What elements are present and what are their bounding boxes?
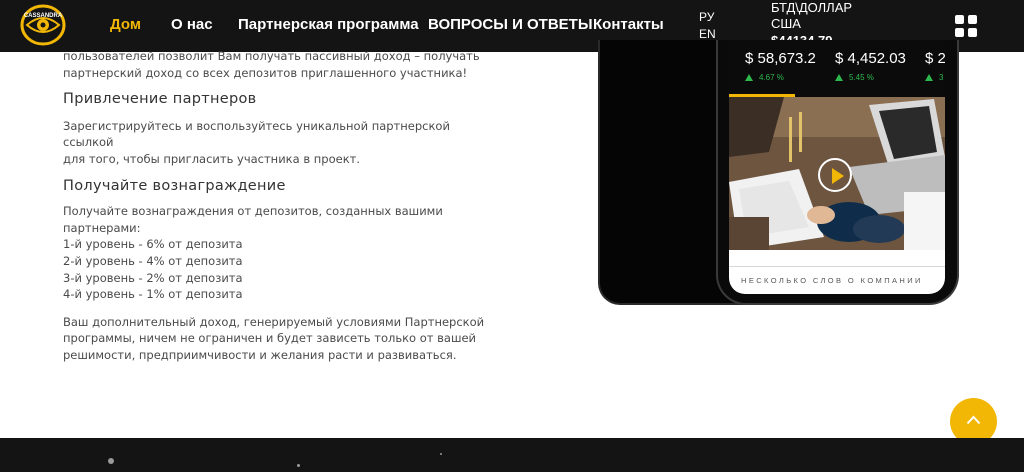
business-meeting-photo[interactable] [729,97,945,250]
cassandra-logo[interactable]: CASSANDRA [18,2,68,48]
chevron-up-icon [966,415,981,425]
up-arrow-icon [835,74,843,81]
lang-ru[interactable]: РУ [699,9,716,26]
ticker-price: $ 4,452.03 [835,50,906,67]
intro-line-2: партнерский доход со всех депозитов приг… [63,65,468,80]
ticker-change: 5.45 % [849,73,874,82]
decorative-dot [440,453,442,455]
divider [729,266,945,267]
rate-label-line2: США [771,16,801,31]
ticker-item: $ 4,452.03 5.45 % [835,50,906,82]
level-item: 2-й уровень - 4% от депозита [63,253,243,268]
phone-caption: НЕСКОЛЬКО СЛОВ О КОМПАНИИ [741,276,923,285]
partner-program-content: пользователей позволит Вам получать пасс… [63,48,503,364]
nav-faq[interactable]: ВОПРОСЫ И ОТВЕТЫ [428,16,593,33]
up-arrow-icon [925,74,933,81]
intro-line-1: пользователей позволит Вам получать пасс… [63,49,480,63]
nav-home[interactable]: Дом [110,16,141,33]
phone-bottom-strip: НЕСКОЛЬКО СЛОВ О КОМПАНИИ [729,250,945,294]
decorative-dot [297,464,300,467]
price-ticker: $ 58,673.2 4.67 % $ 4,452.03 5.45 % $ 2 … [729,40,945,95]
para2-line-2: программы, ничем не ограничен и будет за… [63,331,477,346]
rate-label-line1: БТД\ДОЛЛАР [771,0,853,15]
level-item: 3-й уровень - 2% от депозита [63,270,243,285]
site-footer [0,438,1024,472]
ticker-price: $ 58,673.2 [745,50,816,67]
ticker-price: $ 2 [925,50,945,67]
nav-about[interactable]: О нас [171,16,213,33]
para1-line-2: для того, чтобы пригласить участника в п… [63,151,360,166]
rewards-intro: Получайте вознаграждения от депозитов, с… [63,204,443,235]
level-item: 4-й уровень - 1% от депозита [63,287,243,302]
para2-line-3: решимости, предприимчивости и желания ра… [63,347,457,362]
heading-get-rewards: Получайте вознаграждение [63,177,286,194]
ticker-item: $ 58,673.2 4.67 % [745,50,816,82]
heading-attract-partners: Привлечение партнеров [63,91,257,108]
logo-text: CASSANDRA [24,13,63,19]
para1-line-1: Зарегистрируйтесь и воспользуйтесь уника… [63,118,450,150]
language-switcher: РУ EN [699,9,716,43]
nav-partner-program[interactable]: Партнерская программа [238,16,419,33]
level-item: 1-й уровень - 6% от депозита [63,237,243,252]
up-arrow-icon [745,74,753,81]
decorative-dot [108,458,114,464]
phone-screen: $ 58,673.2 4.67 % $ 4,452.03 5.45 % $ 2 … [729,40,945,294]
ticker-item: $ 2 3 [925,50,945,82]
para2-line-1: Ваш дополнительный доход, генерируемый у… [63,314,485,329]
nav-contacts[interactable]: Контакты [593,16,664,33]
ticker-change: 4.67 % [759,73,784,82]
grid-menu-icon[interactable] [955,15,977,37]
ticker-change: 3 [939,73,944,82]
play-icon[interactable] [818,158,852,192]
